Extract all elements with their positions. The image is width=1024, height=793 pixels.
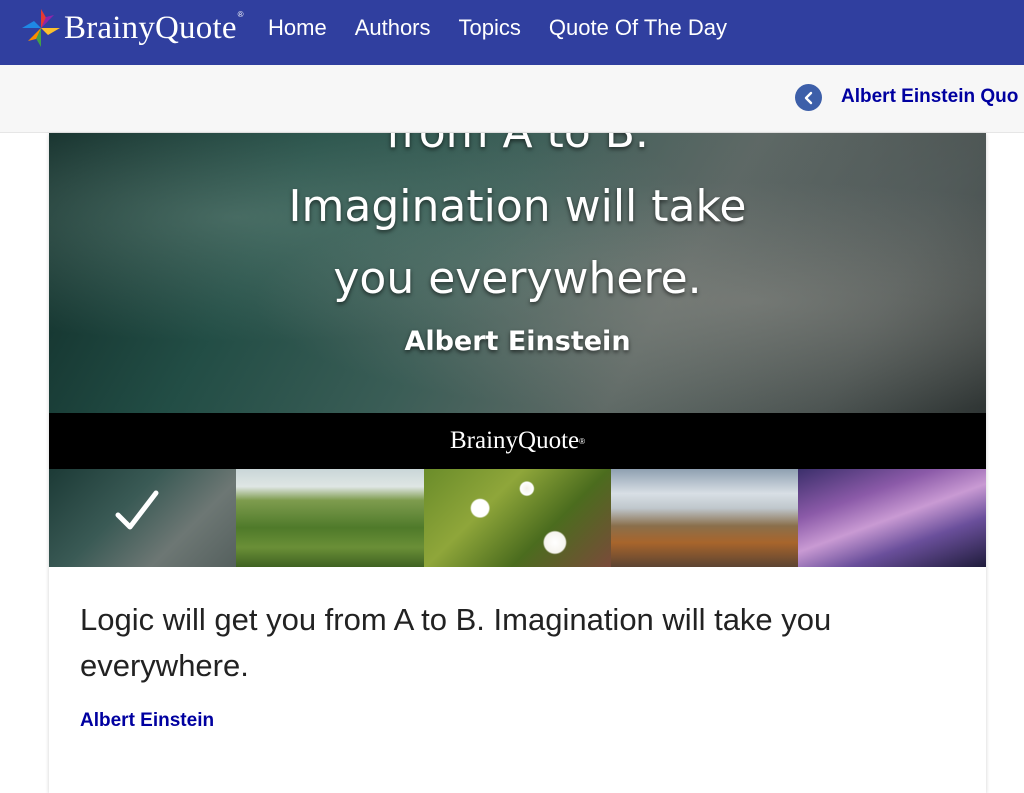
picture-quote-line: Imagination will take: [288, 181, 747, 232]
background-thumbnail-picker: [49, 469, 986, 567]
brand-name: BrainyQuote: [64, 9, 237, 46]
picture-quote-author: Albert Einstein: [404, 326, 631, 357]
thumbnail-mountains[interactable]: [611, 469, 798, 567]
chevron-left-icon: [804, 91, 812, 104]
breadcrumb-bar: Albert Einstein Quo: [0, 65, 1024, 133]
main-nav: Home Authors Topics Quote Of The Day: [268, 0, 755, 56]
quote-card: from A to B. Imagination will take you e…: [49, 133, 986, 793]
picture-brand-name: BrainyQuote: [449, 427, 580, 454]
brainyquote-logo-icon: [22, 9, 60, 47]
top-navigation-bar: BrainyQuote ® Home Authors Topics Quote …: [0, 0, 1024, 65]
picture-brand-reg: ®: [579, 436, 586, 446]
breadcrumb-author-quotes-link[interactable]: Albert Einstein Quo: [841, 86, 1018, 108]
quote-picture[interactable]: from A to B. Imagination will take you e…: [49, 133, 986, 413]
thumbnail-hills[interactable]: [236, 469, 424, 567]
nav-home[interactable]: Home: [268, 15, 327, 41]
picture-quote-line: from A to B.: [49, 133, 986, 158]
nav-quote-of-the-day[interactable]: Quote Of The Day: [549, 15, 727, 41]
thumbnail-purple-sky[interactable]: [798, 469, 986, 567]
checkmark-icon: [115, 490, 159, 530]
picture-quote-line: you everywhere.: [333, 253, 702, 304]
picture-brand-strip: BrainyQuote ®: [49, 413, 986, 469]
brand-registered-mark: ®: [237, 9, 244, 19]
nav-authors[interactable]: Authors: [355, 15, 431, 41]
quote-author-link[interactable]: Albert Einstein: [80, 710, 214, 732]
nav-topics[interactable]: Topics: [459, 15, 521, 41]
thumbnail-flowers[interactable]: [424, 469, 611, 567]
thumbnail-wave[interactable]: [49, 469, 236, 567]
brainyquote-logo[interactable]: BrainyQuote ®: [18, 3, 244, 53]
back-button[interactable]: [795, 84, 822, 111]
quote-text: Logic will get you from A to B. Imaginat…: [80, 602, 832, 683]
